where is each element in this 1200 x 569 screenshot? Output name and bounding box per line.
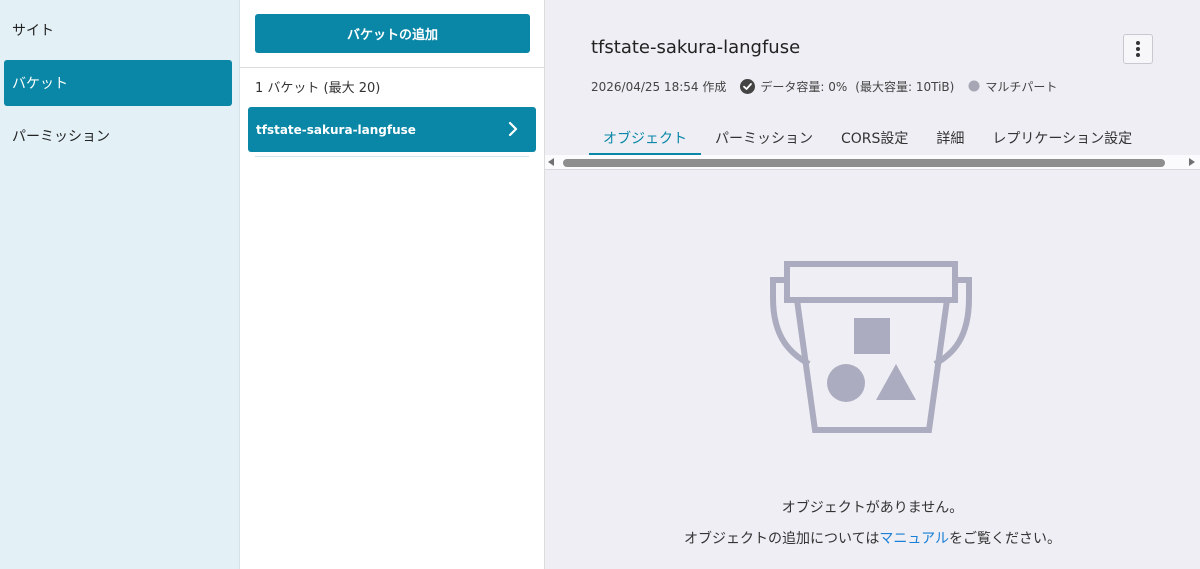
multipart-status: マルチパート xyxy=(985,79,1058,94)
bucket-name: tfstate-sakura-langfuse xyxy=(256,122,416,137)
empty-help-after: をご覧ください。 xyxy=(948,531,1061,547)
nav-item-label: パーミッション xyxy=(12,129,110,145)
tab-cors[interactable]: CORS設定 xyxy=(827,123,922,155)
empty-help-text: オブジェクトの追加についてはマニュアルをご覧ください。 xyxy=(545,528,1200,548)
add-bucket-button[interactable]: バケットの追加 xyxy=(255,14,530,53)
scroll-right-icon[interactable] xyxy=(1189,158,1195,166)
kebab-menu-icon xyxy=(1136,41,1140,57)
check-circle-icon xyxy=(740,78,756,94)
side-nav: サイト バケット パーミッション xyxy=(0,0,240,569)
tab-replication[interactable]: レプリケーション設定 xyxy=(978,123,1146,155)
max-capacity: (最大容量: 10TiB) xyxy=(855,79,955,94)
created-date: 2026/04/25 18:54 作成 xyxy=(591,79,727,94)
scrollbar-thumb[interactable] xyxy=(563,159,1165,167)
bucket-detail-panel: tfstate-sakura-langfuse 2026/04/25 18:54… xyxy=(545,0,1200,569)
nav-item-label: サイト xyxy=(12,23,54,39)
manual-link[interactable]: マニュアル xyxy=(879,531,949,547)
tab-details[interactable]: 詳細 xyxy=(922,123,978,155)
bucket-list-panel: バケットの追加 1 バケット (最大 20) tfstate-sakura-la… xyxy=(240,0,545,569)
bucket-meta: 2026/04/25 18:54 作成 データ容量: 0% (最大容量: 10T… xyxy=(591,77,1057,95)
nav-item-permission[interactable]: パーミッション xyxy=(4,113,232,159)
chevron-right-icon xyxy=(508,121,518,137)
data-capacity: データ容量: 0% xyxy=(760,79,848,94)
empty-bucket-icon xyxy=(770,261,972,433)
tabs-scrollbar[interactable] xyxy=(545,155,1200,170)
bucket-title: tfstate-sakura-langfuse xyxy=(591,37,801,58)
detail-tabs: オブジェクト パーミッション CORS設定 詳細 レプリケーション設定 xyxy=(589,123,1146,155)
status-dot-icon xyxy=(968,80,980,92)
nav-item-label: バケット xyxy=(12,76,68,92)
bucket-count: 1 バケット (最大 20) xyxy=(255,81,381,96)
more-menu-button[interactable] xyxy=(1123,34,1153,64)
divider xyxy=(240,67,544,68)
bucket-list-item[interactable]: tfstate-sakura-langfuse xyxy=(248,107,536,152)
divider xyxy=(255,156,529,157)
nav-item-bucket[interactable]: バケット xyxy=(4,60,232,106)
empty-help-before: オブジェクトの追加については xyxy=(684,531,880,547)
tab-objects[interactable]: オブジェクト xyxy=(589,123,701,155)
nav-item-site[interactable]: サイト xyxy=(4,7,232,53)
tab-permissions[interactable]: パーミッション xyxy=(701,123,827,155)
empty-message: オブジェクトがありません。 xyxy=(781,500,964,516)
scroll-left-icon[interactable] xyxy=(548,158,554,166)
